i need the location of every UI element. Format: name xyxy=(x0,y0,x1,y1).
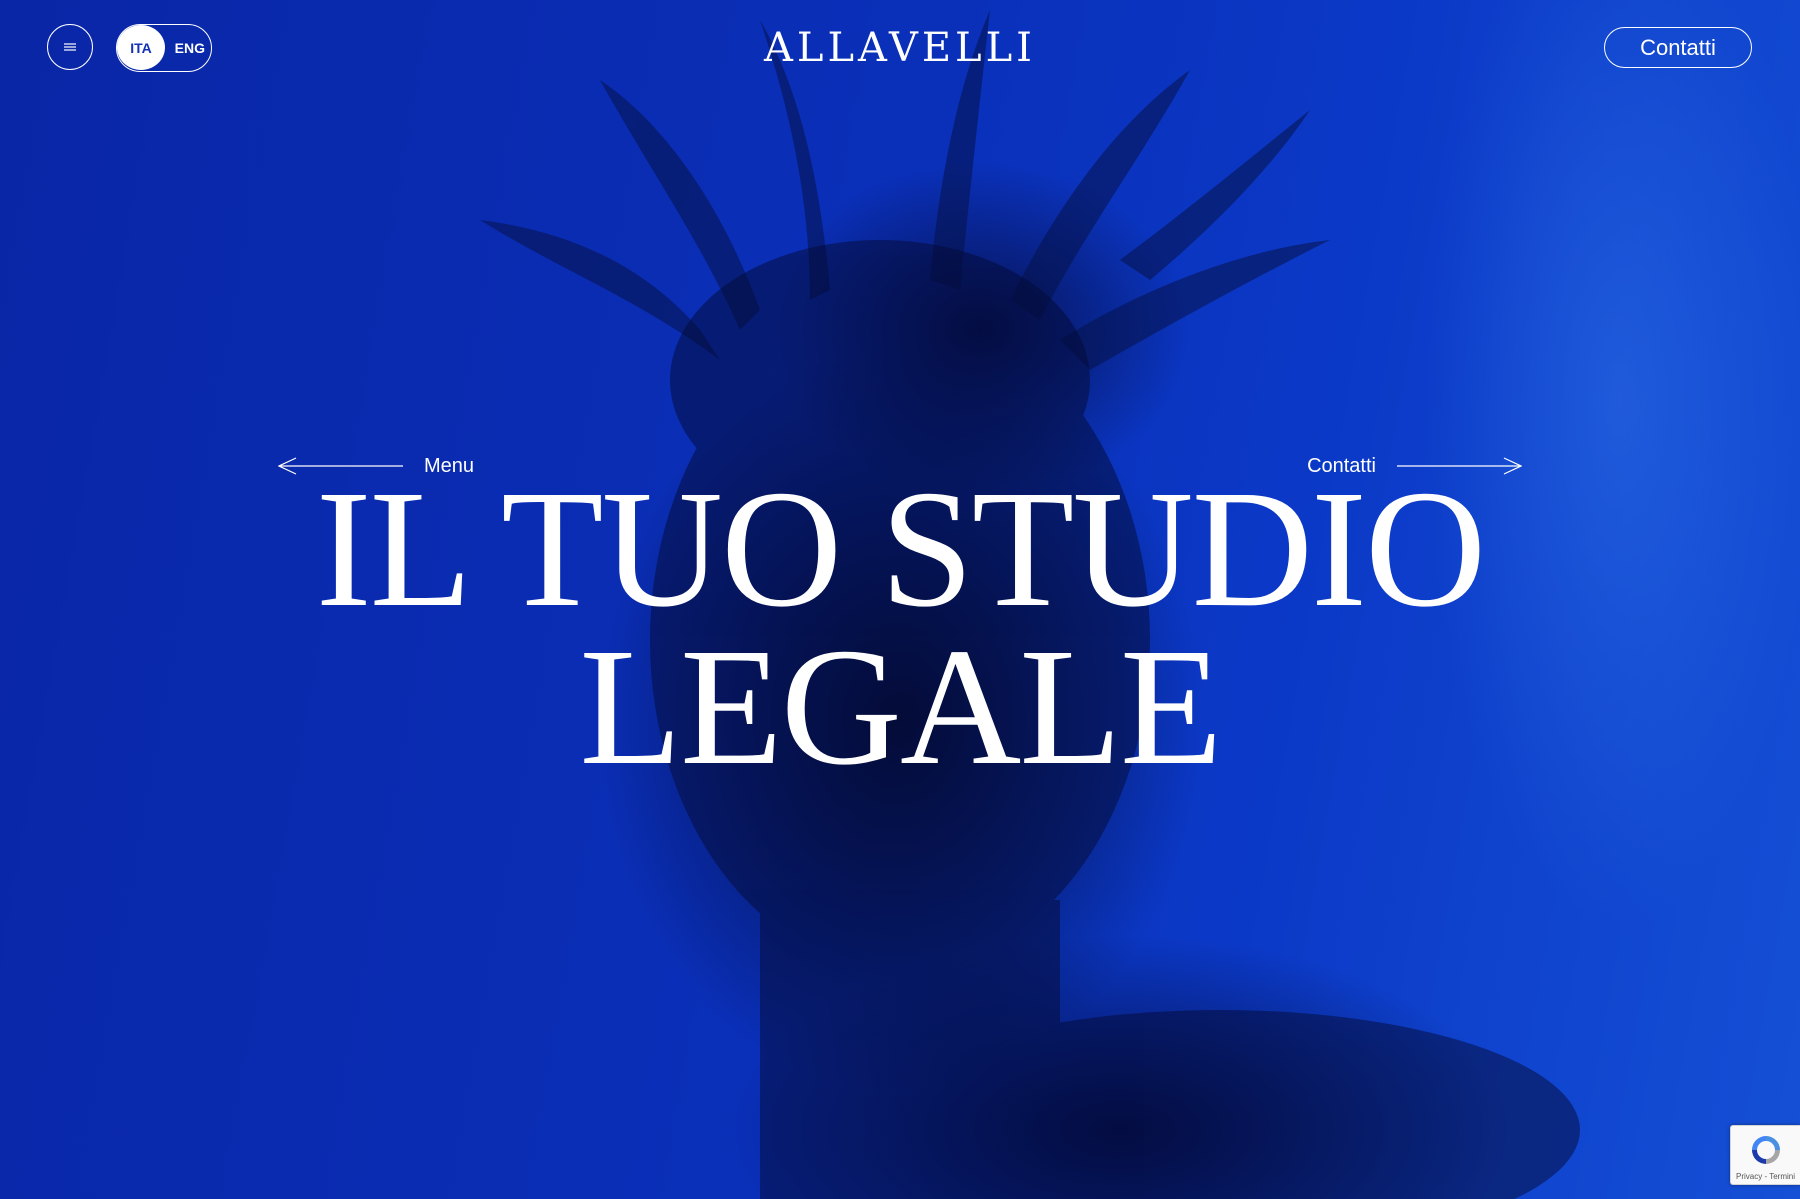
menu-button[interactable] xyxy=(47,24,93,70)
hamburger-icon xyxy=(64,43,76,51)
language-option-ita[interactable]: ITA xyxy=(117,25,165,70)
site-logo[interactable]: ALLAVELLI xyxy=(700,22,1100,74)
language-toggle[interactable]: ITA ENG xyxy=(116,24,212,72)
recaptcha-links: Privacy - Termini xyxy=(1731,1172,1800,1181)
recaptcha-badge[interactable]: Privacy - Termini xyxy=(1730,1125,1800,1185)
headline-line-1: IL TUO STUDIO xyxy=(315,456,1487,642)
language-option-eng[interactable]: ENG xyxy=(175,25,205,70)
recaptcha-icon xyxy=(1752,1136,1780,1164)
recaptcha-separator: - xyxy=(1764,1172,1768,1181)
recaptcha-privacy-link[interactable]: Privacy xyxy=(1736,1172,1762,1181)
hero-headline: IL TUO STUDIO LEGALE xyxy=(200,456,1600,800)
headline-line-2: LEGALE xyxy=(579,614,1222,800)
header: ITA ENG ALLAVELLI Contatti xyxy=(0,0,1800,100)
contact-button[interactable]: Contatti xyxy=(1604,27,1752,68)
recaptcha-terms-link[interactable]: Termini xyxy=(1769,1172,1795,1181)
